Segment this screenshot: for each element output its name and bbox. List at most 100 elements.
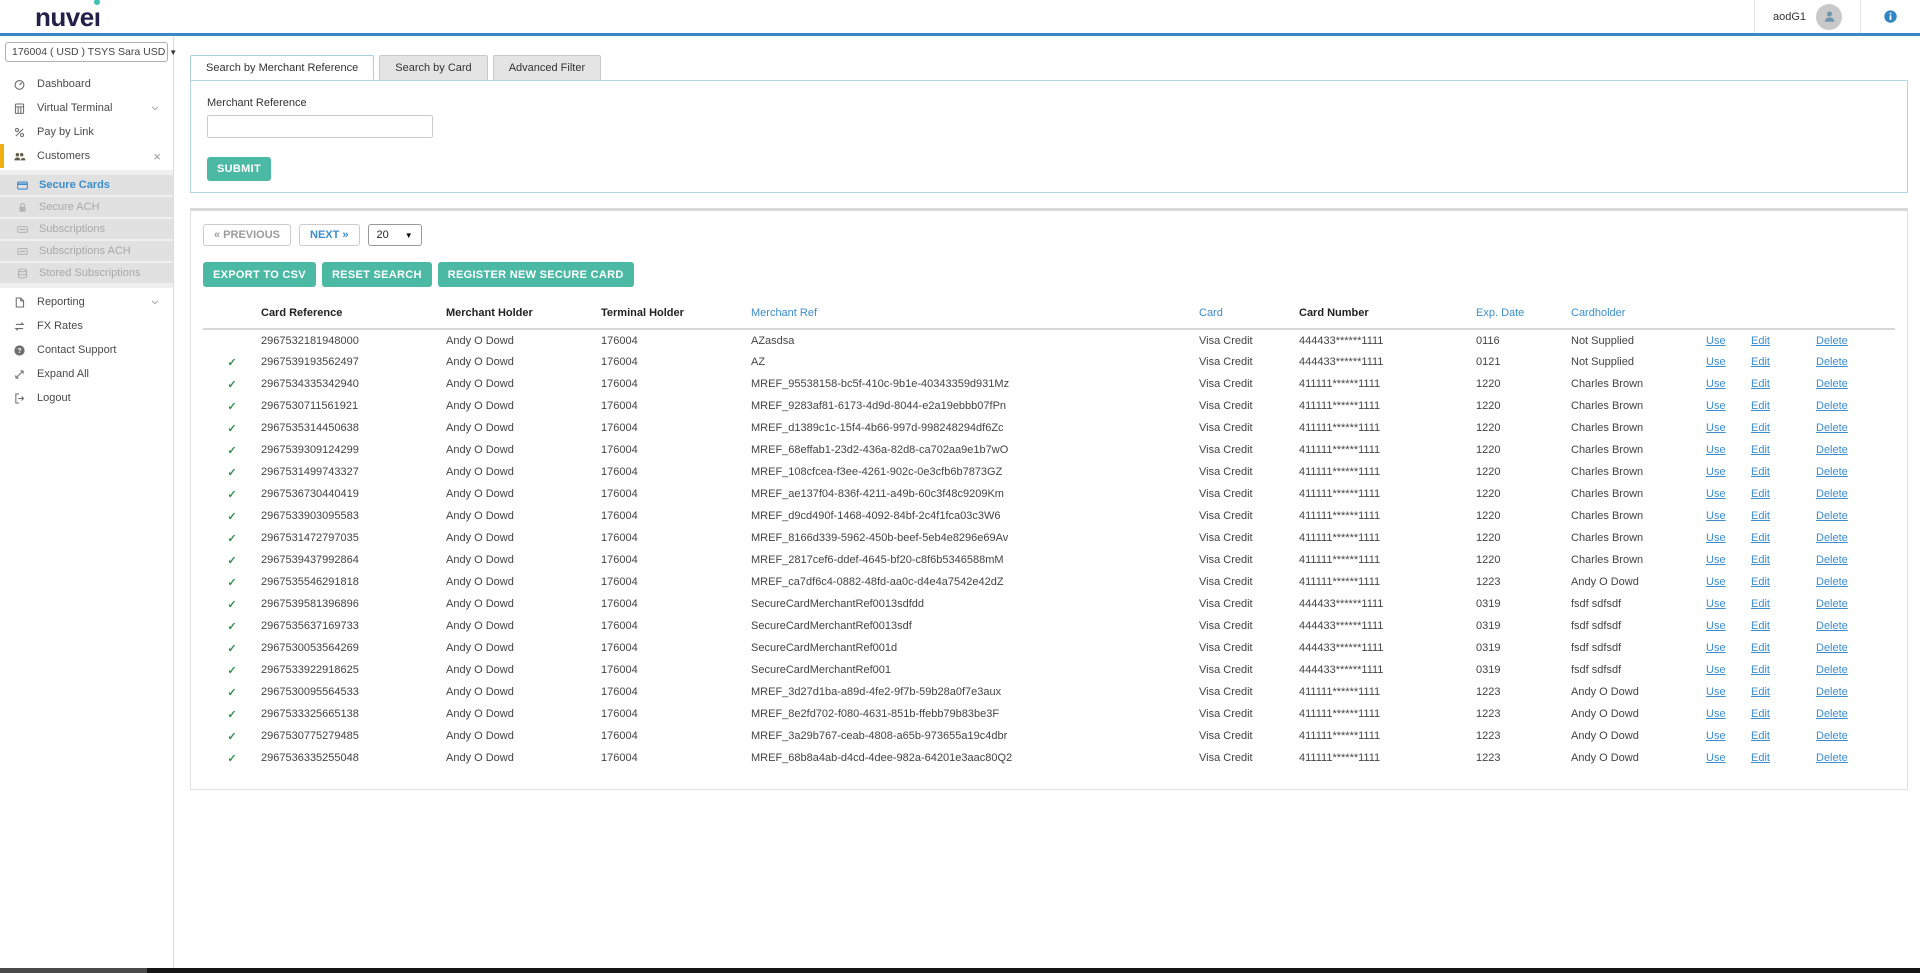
use-link[interactable]: Use bbox=[1706, 615, 1751, 637]
sidebar-item-contact-support[interactable]: ? Contact Support bbox=[0, 338, 173, 362]
delete-link[interactable]: Delete bbox=[1816, 681, 1895, 703]
submit-button[interactable]: SUBMIT bbox=[207, 157, 271, 181]
use-link[interactable]: Use bbox=[1706, 747, 1751, 769]
edit-link[interactable]: Edit bbox=[1751, 725, 1816, 747]
next-button[interactable]: NEXT » bbox=[299, 224, 360, 246]
merchant-reference-input[interactable] bbox=[207, 115, 433, 138]
sidebar-item-secure-ach[interactable]: Secure ACH bbox=[0, 197, 173, 217]
terminal-select[interactable]: 176004 ( USD ) TSYS Sara USD ▼ bbox=[5, 42, 168, 62]
column-header-merchant-ref[interactable]: Merchant Ref bbox=[751, 301, 1199, 329]
sidebar-item-expand-all[interactable]: Expand All bbox=[0, 362, 173, 386]
sidebar-item-subscriptions-ach[interactable]: Subscriptions ACH bbox=[0, 241, 173, 261]
edit-link[interactable]: Edit bbox=[1751, 703, 1816, 725]
cell-card-reference: 2967535314450638 bbox=[261, 417, 446, 439]
sidebar-item-subscriptions[interactable]: Subscriptions bbox=[0, 219, 173, 239]
edit-link[interactable]: Edit bbox=[1751, 659, 1816, 681]
use-link[interactable]: Use bbox=[1706, 417, 1751, 439]
delete-link[interactable]: Delete bbox=[1816, 329, 1895, 351]
edit-link[interactable]: Edit bbox=[1751, 637, 1816, 659]
delete-link[interactable]: Delete bbox=[1816, 659, 1895, 681]
edit-link[interactable]: Edit bbox=[1751, 439, 1816, 461]
tab-advanced-filter[interactable]: Advanced Filter bbox=[493, 55, 601, 80]
previous-button[interactable]: « PREVIOUS bbox=[203, 224, 291, 246]
use-link[interactable]: Use bbox=[1706, 659, 1751, 681]
delete-link[interactable]: Delete bbox=[1816, 461, 1895, 483]
cell-card: Visa Credit bbox=[1199, 681, 1299, 703]
use-link[interactable]: Use bbox=[1706, 461, 1751, 483]
edit-link[interactable]: Edit bbox=[1751, 549, 1816, 571]
sidebar-item-customers[interactable]: Customers × bbox=[0, 144, 173, 168]
edit-link[interactable]: Edit bbox=[1751, 417, 1816, 439]
sidebar-item-reporting[interactable]: Reporting bbox=[0, 290, 173, 314]
use-link[interactable]: Use bbox=[1706, 329, 1751, 351]
delete-link[interactable]: Delete bbox=[1816, 703, 1895, 725]
close-icon[interactable]: × bbox=[153, 150, 161, 163]
column-header-cardholder[interactable]: Cardholder bbox=[1571, 301, 1706, 329]
use-link[interactable]: Use bbox=[1706, 637, 1751, 659]
delete-link[interactable]: Delete bbox=[1816, 637, 1895, 659]
cell-merchant-holder: Andy O Dowd bbox=[446, 373, 601, 395]
edit-link[interactable]: Edit bbox=[1751, 395, 1816, 417]
column-header-card[interactable]: Card bbox=[1199, 301, 1299, 329]
use-link[interactable]: Use bbox=[1706, 725, 1751, 747]
use-link[interactable]: Use bbox=[1706, 483, 1751, 505]
edit-link[interactable]: Edit bbox=[1751, 747, 1816, 769]
horizontal-scrollbar[interactable] bbox=[0, 968, 1920, 973]
edit-link[interactable]: Edit bbox=[1751, 527, 1816, 549]
sidebar-item-pay-by-link[interactable]: Pay by Link bbox=[0, 120, 173, 144]
use-link[interactable]: Use bbox=[1706, 571, 1751, 593]
use-link[interactable]: Use bbox=[1706, 549, 1751, 571]
delete-link[interactable]: Delete bbox=[1816, 615, 1895, 637]
edit-link[interactable]: Edit bbox=[1751, 373, 1816, 395]
page-size-select[interactable]: 20 ▼ bbox=[368, 224, 422, 246]
sidebar-item-dashboard[interactable]: Dashboard bbox=[0, 72, 173, 96]
sidebar-item-logout[interactable]: Logout bbox=[0, 386, 173, 410]
edit-link[interactable]: Edit bbox=[1751, 571, 1816, 593]
edit-link[interactable]: Edit bbox=[1751, 505, 1816, 527]
delete-link[interactable]: Delete bbox=[1816, 725, 1895, 747]
scrollbar-thumb[interactable] bbox=[0, 968, 147, 973]
delete-link[interactable]: Delete bbox=[1816, 373, 1895, 395]
delete-link[interactable]: Delete bbox=[1816, 571, 1895, 593]
use-link[interactable]: Use bbox=[1706, 527, 1751, 549]
cell-exp-date: 1220 bbox=[1476, 527, 1571, 549]
delete-link[interactable]: Delete bbox=[1816, 747, 1895, 769]
edit-link[interactable]: Edit bbox=[1751, 593, 1816, 615]
edit-link[interactable]: Edit bbox=[1751, 351, 1816, 373]
sidebar-item-stored-subscriptions[interactable]: Stored Subscriptions bbox=[0, 263, 173, 283]
use-link[interactable]: Use bbox=[1706, 703, 1751, 725]
edit-link[interactable]: Edit bbox=[1751, 483, 1816, 505]
delete-link[interactable]: Delete bbox=[1816, 351, 1895, 373]
delete-link[interactable]: Delete bbox=[1816, 417, 1895, 439]
delete-link[interactable]: Delete bbox=[1816, 505, 1895, 527]
delete-link[interactable]: Delete bbox=[1816, 395, 1895, 417]
use-link[interactable]: Use bbox=[1706, 505, 1751, 527]
edit-link[interactable]: Edit bbox=[1751, 615, 1816, 637]
reset-search-button[interactable]: RESET SEARCH bbox=[322, 262, 432, 287]
sidebar-item-virtual-terminal[interactable]: Virtual Terminal bbox=[0, 96, 173, 120]
edit-link[interactable]: Edit bbox=[1751, 681, 1816, 703]
column-header-exp-date[interactable]: Exp. Date bbox=[1476, 301, 1571, 329]
delete-link[interactable]: Delete bbox=[1816, 483, 1895, 505]
edit-link[interactable]: Edit bbox=[1751, 329, 1816, 351]
tab-search-by-merchant-reference[interactable]: Search by Merchant Reference bbox=[190, 55, 374, 80]
delete-link[interactable]: Delete bbox=[1816, 527, 1895, 549]
sidebar-item-secure-cards[interactable]: Secure Cards bbox=[0, 175, 173, 195]
use-link[interactable]: Use bbox=[1706, 351, 1751, 373]
sidebar-item-fx-rates[interactable]: FX Rates bbox=[0, 314, 173, 338]
use-link[interactable]: Use bbox=[1706, 439, 1751, 461]
register-new-secure-card-button[interactable]: REGISTER NEW SECURE CARD bbox=[438, 262, 634, 287]
use-link[interactable]: Use bbox=[1706, 373, 1751, 395]
delete-link[interactable]: Delete bbox=[1816, 439, 1895, 461]
delete-link[interactable]: Delete bbox=[1816, 593, 1895, 615]
use-link[interactable]: Use bbox=[1706, 593, 1751, 615]
export-to-csv-button[interactable]: EXPORT TO CSV bbox=[203, 262, 316, 287]
cell-card: Visa Credit bbox=[1199, 439, 1299, 461]
use-link[interactable]: Use bbox=[1706, 395, 1751, 417]
tab-search-by-card[interactable]: Search by Card bbox=[379, 55, 487, 80]
delete-link[interactable]: Delete bbox=[1816, 549, 1895, 571]
info-icon[interactable] bbox=[1883, 9, 1898, 24]
edit-link[interactable]: Edit bbox=[1751, 461, 1816, 483]
use-link[interactable]: Use bbox=[1706, 681, 1751, 703]
user-avatar-icon[interactable] bbox=[1816, 4, 1842, 30]
